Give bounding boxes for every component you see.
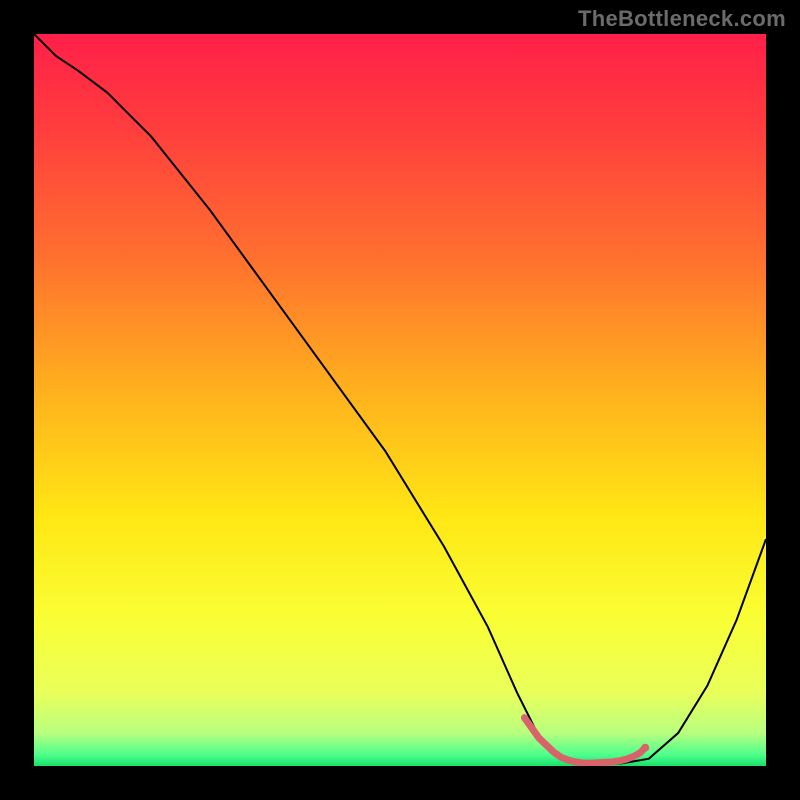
- gradient-background: [34, 34, 766, 766]
- series-optimal-range-end-dot: [641, 744, 649, 752]
- plot-area: [34, 34, 766, 766]
- chart-svg: [34, 34, 766, 766]
- chart-container: TheBottleneck.com: [0, 0, 800, 800]
- watermark: TheBottleneck.com: [578, 6, 786, 32]
